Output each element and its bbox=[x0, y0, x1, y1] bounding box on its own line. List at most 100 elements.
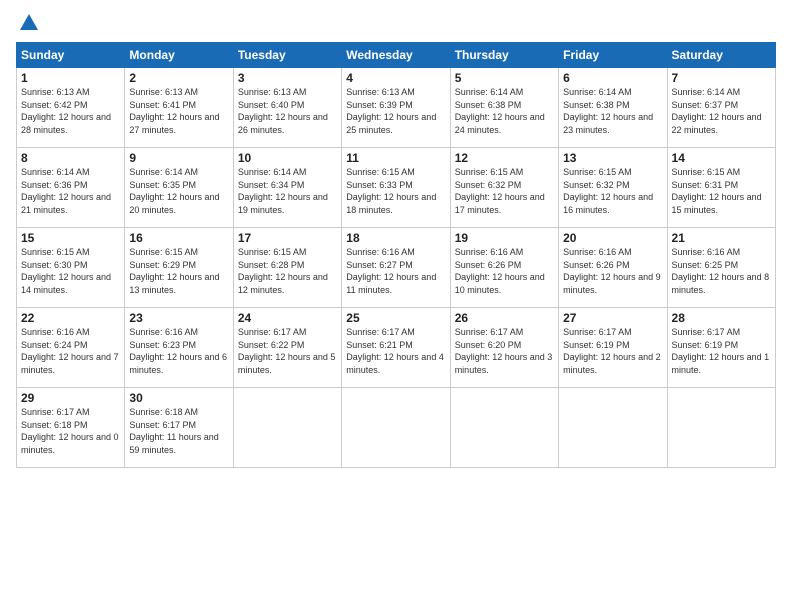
day-number: 14 bbox=[672, 151, 771, 165]
day-number: 8 bbox=[21, 151, 120, 165]
calendar-cell: 25Sunrise: 6:17 AMSunset: 6:21 PMDayligh… bbox=[342, 308, 450, 388]
day-number: 20 bbox=[563, 231, 662, 245]
day-number: 23 bbox=[129, 311, 228, 325]
day-number: 12 bbox=[455, 151, 554, 165]
calendar-cell: 15Sunrise: 6:15 AMSunset: 6:30 PMDayligh… bbox=[17, 228, 125, 308]
calendar-cell: 18Sunrise: 6:16 AMSunset: 6:27 PMDayligh… bbox=[342, 228, 450, 308]
calendar-cell: 19Sunrise: 6:16 AMSunset: 6:26 PMDayligh… bbox=[450, 228, 558, 308]
day-info: Sunrise: 6:17 AMSunset: 6:19 PMDaylight:… bbox=[672, 326, 771, 376]
calendar-cell: 23Sunrise: 6:16 AMSunset: 6:23 PMDayligh… bbox=[125, 308, 233, 388]
day-info: Sunrise: 6:16 AMSunset: 6:24 PMDaylight:… bbox=[21, 326, 120, 376]
weekday-header-wednesday: Wednesday bbox=[342, 43, 450, 68]
calendar-cell bbox=[342, 388, 450, 468]
day-info: Sunrise: 6:14 AMSunset: 6:36 PMDaylight:… bbox=[21, 166, 120, 216]
week-row-4: 22Sunrise: 6:16 AMSunset: 6:24 PMDayligh… bbox=[17, 308, 776, 388]
calendar-cell: 5Sunrise: 6:14 AMSunset: 6:38 PMDaylight… bbox=[450, 68, 558, 148]
weekday-header-row: SundayMondayTuesdayWednesdayThursdayFrid… bbox=[17, 43, 776, 68]
day-info: Sunrise: 6:14 AMSunset: 6:37 PMDaylight:… bbox=[672, 86, 771, 136]
logo-icon bbox=[18, 12, 40, 34]
day-info: Sunrise: 6:13 AMSunset: 6:39 PMDaylight:… bbox=[346, 86, 445, 136]
day-info: Sunrise: 6:15 AMSunset: 6:31 PMDaylight:… bbox=[672, 166, 771, 216]
calendar-cell: 29Sunrise: 6:17 AMSunset: 6:18 PMDayligh… bbox=[17, 388, 125, 468]
weekday-header-saturday: Saturday bbox=[667, 43, 775, 68]
day-number: 17 bbox=[238, 231, 337, 245]
day-info: Sunrise: 6:17 AMSunset: 6:18 PMDaylight:… bbox=[21, 406, 120, 456]
calendar-cell bbox=[667, 388, 775, 468]
day-number: 7 bbox=[672, 71, 771, 85]
day-number: 13 bbox=[563, 151, 662, 165]
calendar-cell: 13Sunrise: 6:15 AMSunset: 6:32 PMDayligh… bbox=[559, 148, 667, 228]
day-number: 11 bbox=[346, 151, 445, 165]
day-info: Sunrise: 6:16 AMSunset: 6:26 PMDaylight:… bbox=[455, 246, 554, 296]
calendar-cell: 16Sunrise: 6:15 AMSunset: 6:29 PMDayligh… bbox=[125, 228, 233, 308]
logo bbox=[16, 12, 40, 34]
day-info: Sunrise: 6:14 AMSunset: 6:35 PMDaylight:… bbox=[129, 166, 228, 216]
header bbox=[16, 12, 776, 34]
day-number: 1 bbox=[21, 71, 120, 85]
day-info: Sunrise: 6:17 AMSunset: 6:19 PMDaylight:… bbox=[563, 326, 662, 376]
day-number: 15 bbox=[21, 231, 120, 245]
day-info: Sunrise: 6:17 AMSunset: 6:20 PMDaylight:… bbox=[455, 326, 554, 376]
calendar-cell: 8Sunrise: 6:14 AMSunset: 6:36 PMDaylight… bbox=[17, 148, 125, 228]
day-number: 4 bbox=[346, 71, 445, 85]
day-info: Sunrise: 6:15 AMSunset: 6:33 PMDaylight:… bbox=[346, 166, 445, 216]
day-number: 27 bbox=[563, 311, 662, 325]
day-number: 28 bbox=[672, 311, 771, 325]
weekday-header-friday: Friday bbox=[559, 43, 667, 68]
day-info: Sunrise: 6:15 AMSunset: 6:32 PMDaylight:… bbox=[455, 166, 554, 216]
calendar-cell: 26Sunrise: 6:17 AMSunset: 6:20 PMDayligh… bbox=[450, 308, 558, 388]
day-number: 22 bbox=[21, 311, 120, 325]
calendar-cell: 7Sunrise: 6:14 AMSunset: 6:37 PMDaylight… bbox=[667, 68, 775, 148]
day-number: 19 bbox=[455, 231, 554, 245]
calendar-cell: 27Sunrise: 6:17 AMSunset: 6:19 PMDayligh… bbox=[559, 308, 667, 388]
day-number: 2 bbox=[129, 71, 228, 85]
calendar-cell: 21Sunrise: 6:16 AMSunset: 6:25 PMDayligh… bbox=[667, 228, 775, 308]
day-info: Sunrise: 6:14 AMSunset: 6:38 PMDaylight:… bbox=[455, 86, 554, 136]
weekday-header-thursday: Thursday bbox=[450, 43, 558, 68]
calendar-cell: 17Sunrise: 6:15 AMSunset: 6:28 PMDayligh… bbox=[233, 228, 341, 308]
day-info: Sunrise: 6:15 AMSunset: 6:28 PMDaylight:… bbox=[238, 246, 337, 296]
day-info: Sunrise: 6:16 AMSunset: 6:26 PMDaylight:… bbox=[563, 246, 662, 296]
day-number: 25 bbox=[346, 311, 445, 325]
day-number: 30 bbox=[129, 391, 228, 405]
day-number: 6 bbox=[563, 71, 662, 85]
page: SundayMondayTuesdayWednesdayThursdayFrid… bbox=[0, 0, 792, 612]
calendar-cell: 6Sunrise: 6:14 AMSunset: 6:38 PMDaylight… bbox=[559, 68, 667, 148]
calendar-cell: 10Sunrise: 6:14 AMSunset: 6:34 PMDayligh… bbox=[233, 148, 341, 228]
day-info: Sunrise: 6:14 AMSunset: 6:34 PMDaylight:… bbox=[238, 166, 337, 216]
day-number: 9 bbox=[129, 151, 228, 165]
day-info: Sunrise: 6:15 AMSunset: 6:29 PMDaylight:… bbox=[129, 246, 228, 296]
day-number: 26 bbox=[455, 311, 554, 325]
calendar-cell: 2Sunrise: 6:13 AMSunset: 6:41 PMDaylight… bbox=[125, 68, 233, 148]
day-number: 18 bbox=[346, 231, 445, 245]
calendar-cell: 11Sunrise: 6:15 AMSunset: 6:33 PMDayligh… bbox=[342, 148, 450, 228]
week-row-5: 29Sunrise: 6:17 AMSunset: 6:18 PMDayligh… bbox=[17, 388, 776, 468]
calendar-cell: 1Sunrise: 6:13 AMSunset: 6:42 PMDaylight… bbox=[17, 68, 125, 148]
week-row-3: 15Sunrise: 6:15 AMSunset: 6:30 PMDayligh… bbox=[17, 228, 776, 308]
calendar-cell: 22Sunrise: 6:16 AMSunset: 6:24 PMDayligh… bbox=[17, 308, 125, 388]
calendar-cell: 20Sunrise: 6:16 AMSunset: 6:26 PMDayligh… bbox=[559, 228, 667, 308]
calendar-cell: 30Sunrise: 6:18 AMSunset: 6:17 PMDayligh… bbox=[125, 388, 233, 468]
calendar-cell: 12Sunrise: 6:15 AMSunset: 6:32 PMDayligh… bbox=[450, 148, 558, 228]
day-info: Sunrise: 6:18 AMSunset: 6:17 PMDaylight:… bbox=[129, 406, 228, 456]
day-number: 29 bbox=[21, 391, 120, 405]
weekday-header-sunday: Sunday bbox=[17, 43, 125, 68]
week-row-1: 1Sunrise: 6:13 AMSunset: 6:42 PMDaylight… bbox=[17, 68, 776, 148]
day-info: Sunrise: 6:15 AMSunset: 6:30 PMDaylight:… bbox=[21, 246, 120, 296]
calendar-cell: 14Sunrise: 6:15 AMSunset: 6:31 PMDayligh… bbox=[667, 148, 775, 228]
weekday-header-tuesday: Tuesday bbox=[233, 43, 341, 68]
day-info: Sunrise: 6:13 AMSunset: 6:41 PMDaylight:… bbox=[129, 86, 228, 136]
day-info: Sunrise: 6:14 AMSunset: 6:38 PMDaylight:… bbox=[563, 86, 662, 136]
day-info: Sunrise: 6:16 AMSunset: 6:27 PMDaylight:… bbox=[346, 246, 445, 296]
day-info: Sunrise: 6:16 AMSunset: 6:25 PMDaylight:… bbox=[672, 246, 771, 296]
day-info: Sunrise: 6:15 AMSunset: 6:32 PMDaylight:… bbox=[563, 166, 662, 216]
calendar-cell: 9Sunrise: 6:14 AMSunset: 6:35 PMDaylight… bbox=[125, 148, 233, 228]
day-number: 3 bbox=[238, 71, 337, 85]
calendar-cell bbox=[559, 388, 667, 468]
calendar-cell bbox=[233, 388, 341, 468]
day-info: Sunrise: 6:17 AMSunset: 6:22 PMDaylight:… bbox=[238, 326, 337, 376]
calendar-cell: 24Sunrise: 6:17 AMSunset: 6:22 PMDayligh… bbox=[233, 308, 341, 388]
day-number: 5 bbox=[455, 71, 554, 85]
week-row-2: 8Sunrise: 6:14 AMSunset: 6:36 PMDaylight… bbox=[17, 148, 776, 228]
day-number: 16 bbox=[129, 231, 228, 245]
